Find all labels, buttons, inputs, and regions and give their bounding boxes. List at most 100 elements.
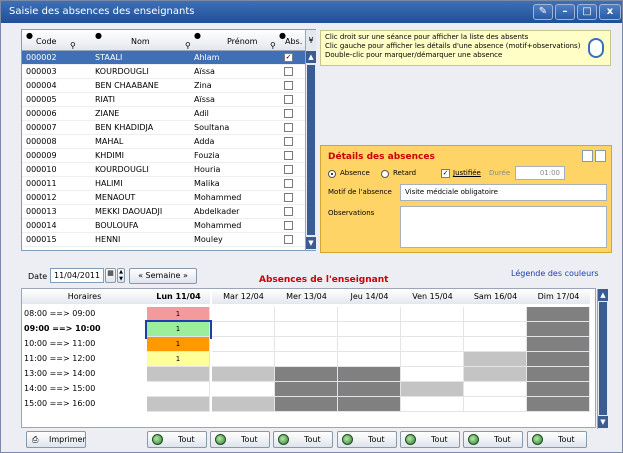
abs-checkbox[interactable] <box>284 67 293 76</box>
table-row[interactable]: 000004 BEN CHAABANE Zina <box>22 79 305 93</box>
sort-prenom-icon[interactable]: ● <box>194 31 201 40</box>
schedule-cell[interactable]: 1 <box>147 307 210 322</box>
date-spin[interactable]: ▲ ▼ <box>117 268 125 283</box>
schedule-cell[interactable] <box>147 382 210 397</box>
tout-button[interactable]: Tout <box>147 431 207 448</box>
schedule-cell[interactable] <box>212 382 275 397</box>
schedule-cell[interactable] <box>464 352 527 367</box>
schedule-cell[interactable] <box>212 307 275 322</box>
scroll-up-icon[interactable]: ▲ <box>306 51 316 63</box>
print-button[interactable]: ⎙ Imprimer <box>26 431 86 448</box>
schedule-cell[interactable] <box>401 322 464 337</box>
schedule-cell[interactable] <box>401 307 464 322</box>
abs-checkbox[interactable] <box>284 193 293 202</box>
tout-button[interactable]: Tout <box>463 431 523 448</box>
col-prenom[interactable]: Prénom <box>227 37 257 46</box>
sort-code-icon[interactable]: ● <box>26 31 33 40</box>
motif-field[interactable]: Visite médciale obligatoire <box>400 184 607 201</box>
schedule-scrollbar[interactable]: ▲ ▼ <box>597 289 608 429</box>
tout-button[interactable]: Tout <box>337 431 397 448</box>
tout-button[interactable]: Tout <box>273 431 333 448</box>
schedule-cell[interactable] <box>338 367 401 382</box>
col-code[interactable]: Code <box>36 37 56 46</box>
table-row[interactable]: 000005 RIATI Aïssa <box>22 93 305 107</box>
abs-checkbox[interactable] <box>284 123 293 132</box>
retard-radio[interactable] <box>381 170 389 178</box>
search-code-icon[interactable]: ⚲ <box>70 41 76 50</box>
schedule-cell[interactable] <box>527 397 590 412</box>
schedule-cell[interactable] <box>401 352 464 367</box>
semaine-nav[interactable]: « Semaine » <box>129 268 197 284</box>
schedule-cell[interactable] <box>464 322 527 337</box>
abs-checkbox[interactable] <box>284 95 293 104</box>
legend-link[interactable]: Légende des couleurs <box>511 269 599 278</box>
scroll-thumb[interactable] <box>307 65 315 235</box>
scroll-down-icon[interactable]: ▼ <box>306 237 316 249</box>
search-prenom-icon[interactable]: ⚲ <box>270 41 276 50</box>
schedule-cell[interactable] <box>401 337 464 352</box>
tout-button[interactable]: Tout <box>210 431 270 448</box>
table-row[interactable]: 000011 HALIMI Malika <box>22 177 305 191</box>
table-row[interactable]: 000008 MAHAL Adda <box>22 135 305 149</box>
schedule-cell[interactable] <box>212 322 275 337</box>
abs-checkbox[interactable] <box>284 81 293 90</box>
schedule-cell[interactable] <box>527 367 590 382</box>
schedule-cell[interactable] <box>147 367 210 382</box>
prev-week-icon[interactable]: « <box>138 271 143 280</box>
observations-field[interactable] <box>400 206 607 248</box>
abs-checkbox[interactable]: ✓ <box>284 53 293 62</box>
schedule-cell[interactable] <box>527 352 590 367</box>
table-row[interactable]: 000015 HENNI Mouley <box>22 233 305 247</box>
schedule-cell[interactable] <box>275 367 338 382</box>
column-menu-icon[interactable]: ¥ <box>305 30 316 51</box>
schedule-cell[interactable] <box>464 382 527 397</box>
schedule-cell[interactable] <box>212 352 275 367</box>
duree-field[interactable]: 01:00 <box>515 166 565 180</box>
copy-icon[interactable] <box>595 150 606 162</box>
table-row[interactable]: 000002 STAALI Ahlam ✓ <box>22 51 305 65</box>
abs-checkbox[interactable] <box>284 137 293 146</box>
date-field[interactable]: 11/04/2011 <box>50 268 104 283</box>
schedule-cell[interactable] <box>338 397 401 412</box>
schedule-cell[interactable]: 1 <box>145 320 212 339</box>
schedule-cell[interactable]: 1 <box>147 337 210 352</box>
schedule-cell[interactable] <box>527 382 590 397</box>
schedule-cell[interactable] <box>464 307 527 322</box>
close-button[interactable]: x <box>599 4 621 20</box>
table-row[interactable]: 000010 KOURDOUGLI Houria <box>22 163 305 177</box>
tout-button[interactable]: Tout <box>400 431 460 448</box>
schedule-cell[interactable] <box>275 307 338 322</box>
table-row[interactable]: 000009 KHDIMI Fouzia <box>22 149 305 163</box>
schedule-cell[interactable] <box>212 367 275 382</box>
schedule-cell[interactable] <box>212 337 275 352</box>
schedule-cell[interactable] <box>464 397 527 412</box>
sort-nom-icon[interactable]: ● <box>95 31 102 40</box>
minimize-button[interactable]: – <box>555 4 575 20</box>
absence-radio[interactable] <box>328 170 336 178</box>
schedule-cell[interactable] <box>401 397 464 412</box>
schedule-cell[interactable] <box>338 322 401 337</box>
abs-checkbox[interactable] <box>284 207 293 216</box>
calendar-icon[interactable]: ▦ <box>105 268 116 283</box>
schedule-scroll-up-icon[interactable]: ▲ <box>598 289 608 301</box>
abs-checkbox[interactable] <box>284 165 293 174</box>
abs-checkbox[interactable] <box>284 151 293 160</box>
table-row[interactable]: 000006 ZIANE Adil <box>22 107 305 121</box>
abs-checkbox[interactable] <box>284 235 293 244</box>
schedule-cell[interactable] <box>464 367 527 382</box>
next-week-icon[interactable]: » <box>183 271 188 280</box>
schedule-cell[interactable] <box>275 382 338 397</box>
schedule-cell[interactable] <box>338 352 401 367</box>
abs-checkbox[interactable] <box>284 221 293 230</box>
tout-button[interactable]: Tout <box>527 431 587 448</box>
schedule-cell[interactable] <box>275 397 338 412</box>
edit-icon[interactable] <box>582 150 593 162</box>
abs-checkbox[interactable] <box>284 179 293 188</box>
table-scrollbar[interactable]: ▲ ▼ <box>305 51 316 250</box>
schedule-scroll-down-icon[interactable]: ▼ <box>598 416 608 428</box>
schedule-cell[interactable] <box>275 352 338 367</box>
col-abs[interactable]: Abs. <box>285 37 302 46</box>
schedule-cell[interactable] <box>338 307 401 322</box>
search-nom-icon[interactable]: ⚲ <box>185 41 191 50</box>
schedule-cell[interactable] <box>401 382 464 397</box>
